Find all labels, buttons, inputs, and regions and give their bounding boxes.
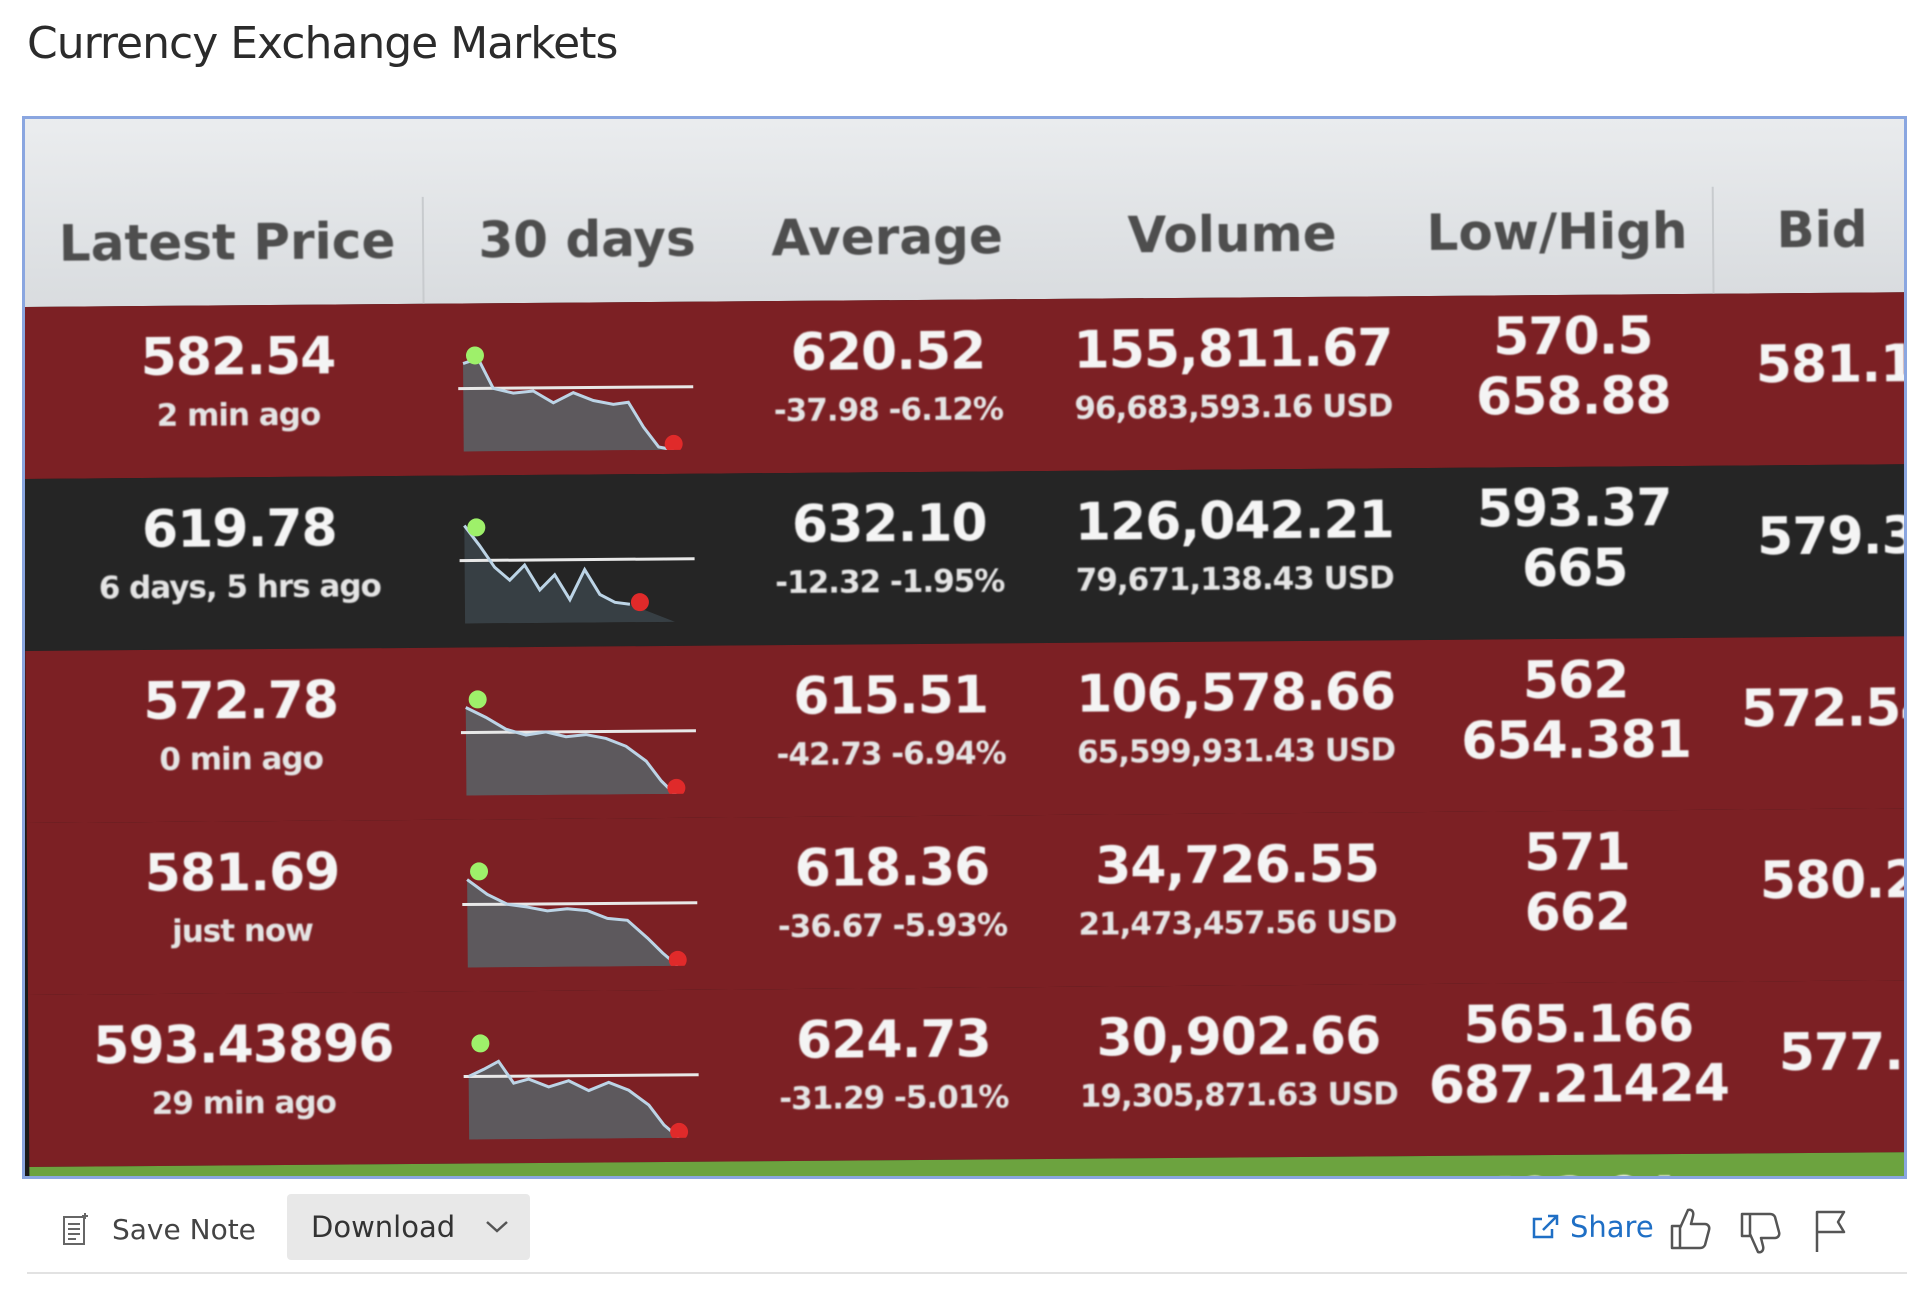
sparkline-30-days [463,1034,699,1140]
high-value: 654.381 [1460,709,1692,772]
price-time: 6 days, 5 hrs ago [98,568,381,607]
volume-value: 106,578.66 [1075,662,1396,725]
thumbs-down-icon[interactable] [1738,1210,1782,1258]
volume-usd: 96,683,593.16 USD [1074,388,1393,427]
bid-value: 581.13 [1755,333,1907,396]
price-value: 582.54 [140,326,336,389]
price-time: 0 min ago [159,740,324,778]
bid-value: 577.2 [1778,1021,1907,1084]
download-button[interactable]: Download [287,1194,530,1260]
price-time: 2 min ago [156,396,321,434]
market-board-image: Latest Price 30 days Average Volume Low/… [22,116,1907,1179]
share-icon [1532,1214,1559,1239]
volume-value: 126,042.21 [1074,490,1395,553]
share-button[interactable]: Share [1530,1210,1654,1244]
save-note-button[interactable]: Save Note [62,1205,256,1253]
market-board: Latest Price 30 days Average Volume Low/… [25,119,1907,1179]
price-time: 29 min ago [151,1084,337,1123]
bid-value: 579.31 [1756,505,1907,568]
flag-icon[interactable] [1812,1208,1848,1254]
save-note-label: Save Note [112,1212,256,1246]
price-time: just now [171,912,314,950]
volume-value: 34,726.55 [1094,834,1380,897]
header-volume: Volume [1127,204,1337,265]
price-value: 619.78 [141,498,337,561]
table-row: 572.78 0 min ago 615.51 -42.73 -6.94% 106,57… [25,636,1907,823]
volume-value: 17,221.75 [1059,1178,1419,1179]
high-value: 662 [1524,882,1631,944]
low-value: 571 [1523,822,1630,884]
average-change: -42.73 -6.94% [776,735,1006,774]
thumbs-up-icon[interactable] [1668,1204,1712,1252]
price-value: 581.69 [144,842,340,905]
header-latest-price: Latest Price [58,212,396,273]
table-row: 619.78 6 days, 5 hrs ago 632.10 -12.32 -1.9… [25,464,1907,651]
average-value: 618.36 [794,837,990,899]
high-value: 687.21424 [1428,1053,1730,1116]
download-label: Download [311,1210,456,1244]
divider [27,1272,1907,1274]
volume-value: 30,902.66 [1096,1006,1381,1069]
volume-usd: 19,305,871.63 USD [1079,1076,1398,1115]
sparkline-30-days [459,518,695,624]
toolbar: Save Note Download Share [0,1180,1907,1293]
table-row: 582.54 2 min ago 620.52 -37.98 -6.12% 155,81… [25,292,1907,479]
volume-usd: 21,473,457.56 USD [1078,904,1397,943]
volume-usd: 65,599,931.43 USD [1076,732,1396,771]
table-row: 593.43896 29 min ago 624.73 -31.29 -5.01% 30… [27,980,1907,1167]
price-value: 572.78 [143,670,339,733]
chevron-down-icon [486,1221,508,1233]
average-value: 624.73 [795,1009,991,1071]
average-change: -12.32 -1.95% [775,563,1005,602]
sparkline-30-days [462,862,698,968]
board-header: Latest Price 30 days Average Volume Low/… [25,119,1904,307]
low-value: 565.166 [1463,993,1694,1056]
low-value: 562 [1522,650,1629,712]
sparkline-30-days [458,346,694,452]
share-label: Share [1570,1210,1654,1244]
average-value: 615.51 [793,665,989,727]
high-value: 658.88 [1475,366,1671,428]
bid-value: 572.541 [1740,677,1907,740]
sparkline-30-days [460,690,696,796]
average-value: 632.10 [791,493,987,555]
table-row: 581.69 just now 618.36 -36.67 -5.93% 34,726.… [26,808,1907,995]
note-icon [63,1213,88,1245]
header-30-days: 30 days [478,209,696,270]
price-value: 593.43896 [93,1014,394,1077]
high-value: 665 [1521,538,1628,600]
average-change: -36.67 -5.93% [777,907,1008,946]
volume-value: 155,811.67 [1073,318,1393,381]
low-value: 492.94 [1429,1166,1729,1176]
average-change: -37.98 -6.12% [773,391,1004,430]
average-change: -31.29 -5.01% [779,1079,1009,1118]
header-low-high: Low/High [1426,201,1688,262]
low-value: 593.37 [1476,478,1672,540]
low-value: 570.5 [1492,306,1653,368]
page-title: Currency Exchange Markets [27,18,618,69]
header-average: Average [771,207,1004,268]
volume-usd: 79,671,138.43 USD [1075,560,1394,599]
header-bid: Bid [1776,200,1868,260]
bid-value: 580.27 [1759,849,1907,912]
average-value: 620.52 [790,321,986,383]
